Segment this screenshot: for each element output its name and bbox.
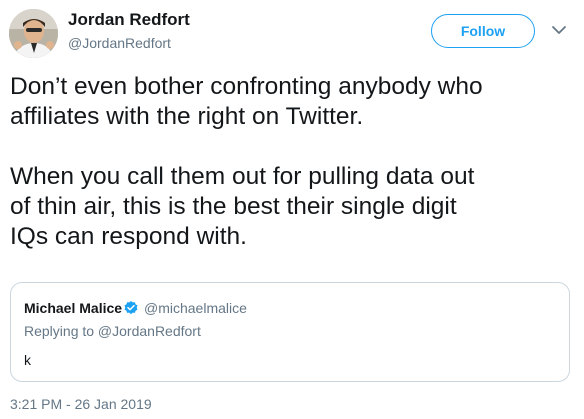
reply-context: Replying to @JordanRedfort [24, 323, 201, 339]
quoted-tweet-text: k [24, 352, 31, 368]
verified-badge-icon [124, 301, 138, 315]
author-handle[interactable]: @JordanRedfort [68, 35, 171, 51]
avatar[interactable] [9, 9, 58, 58]
author-name[interactable]: Jordan Redfort [68, 10, 190, 30]
tweet-text: Don’t even bother confronting anybody wh… [10, 73, 483, 250]
tweet-timestamp[interactable]: 3:21 PM - 26 Jan 2019 [10, 396, 152, 412]
quoted-tweet-card[interactable]: Michael Malice @michaelmalice Replying t… [10, 282, 570, 382]
follow-button[interactable]: Follow [431, 14, 535, 48]
chevron-down-icon[interactable] [551, 24, 567, 36]
quoted-author-name: Michael Malice [24, 300, 123, 316]
quoted-author-handle: @michaelmalice [144, 300, 247, 316]
avatar-image [9, 9, 58, 58]
